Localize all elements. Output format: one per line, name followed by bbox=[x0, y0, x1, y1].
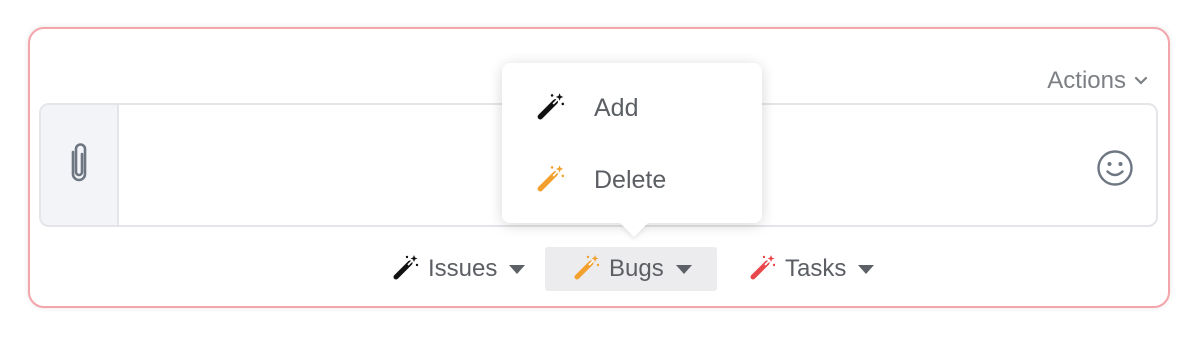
tasks-label: Tasks bbox=[785, 255, 847, 282]
menu-item-delete[interactable]: Delete bbox=[502, 150, 762, 210]
magic-wand-icon bbox=[573, 252, 601, 287]
caret-down-icon bbox=[509, 264, 526, 274]
magic-wand-icon bbox=[392, 252, 420, 287]
tasks-dropdown-button[interactable]: Tasks bbox=[737, 247, 886, 291]
attach-button[interactable] bbox=[41, 105, 119, 225]
bugs-dropdown-button[interactable]: Bugs bbox=[545, 247, 717, 291]
caret-down-icon bbox=[675, 264, 692, 274]
bugs-dropdown-menu: Add Delete bbox=[502, 63, 762, 223]
caret-down-icon bbox=[858, 264, 875, 274]
bugs-label: Bugs bbox=[609, 255, 664, 282]
smiley-icon bbox=[1096, 150, 1134, 191]
actions-label: Actions bbox=[1047, 67, 1126, 94]
issues-label: Issues bbox=[428, 255, 498, 282]
emoji-button[interactable] bbox=[1096, 149, 1134, 192]
menu-item-add[interactable]: Add bbox=[502, 78, 762, 138]
magic-wand-icon bbox=[749, 252, 777, 287]
magic-wand-icon bbox=[536, 162, 566, 199]
menu-item-label: Delete bbox=[594, 165, 667, 194]
menu-item-label: Add bbox=[594, 93, 639, 122]
chevron-down-icon bbox=[1134, 76, 1148, 86]
paperclip-icon bbox=[66, 140, 92, 191]
magic-wand-icon bbox=[536, 90, 566, 127]
toolbar: Issues Bugs Tasks bbox=[30, 247, 1168, 293]
actions-menu-toggle[interactable]: Actions bbox=[1047, 67, 1148, 95]
issues-dropdown-button[interactable]: Issues bbox=[380, 247, 537, 291]
